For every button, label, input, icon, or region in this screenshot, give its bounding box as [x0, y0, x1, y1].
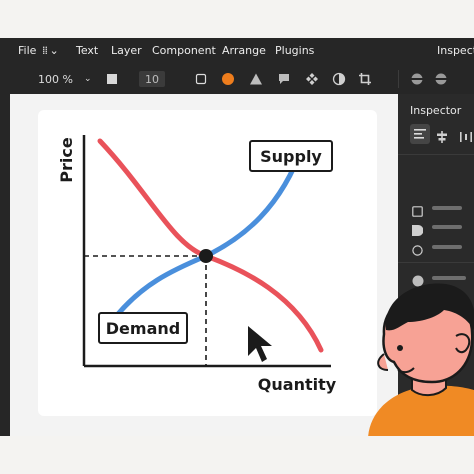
- color-swatch[interactable]: [221, 71, 235, 87]
- crop-icon[interactable]: [358, 71, 372, 87]
- menu-text[interactable]: Text: [76, 44, 98, 57]
- demand-label[interactable]: Demand: [98, 312, 188, 344]
- fill-square-icon[interactable]: [106, 71, 118, 87]
- distribute-toggle-icon[interactable]: [434, 71, 448, 87]
- menu-layer[interactable]: Layer: [111, 44, 142, 57]
- shape-property-icon[interactable]: [412, 221, 424, 240]
- menu-plugins[interactable]: Plugins: [275, 44, 314, 57]
- menu-inspect[interactable]: Inspect: [437, 44, 474, 57]
- canvas[interactable]: Price Quantity Supply Demand: [10, 94, 398, 436]
- toolbar: 100 % ⌄ 10: [0, 64, 474, 94]
- chart-card[interactable]: Price Quantity Supply Demand: [38, 110, 377, 416]
- component-icon[interactable]: [305, 71, 319, 87]
- inspector-title: Inspector: [410, 104, 462, 117]
- menu-bar: File ⁞⁞ ⌄ Text Layer Component Arrange P…: [0, 38, 474, 64]
- property-bar: [432, 225, 462, 229]
- contrast-icon[interactable]: [332, 71, 346, 87]
- equilibrium-point: [199, 249, 213, 263]
- app-window: File ⁞⁞ ⌄ Text Layer Component Arrange P…: [0, 38, 474, 436]
- x-axis-label: Quantity: [258, 375, 337, 394]
- menu-arrange[interactable]: Arrange: [222, 44, 266, 57]
- rectangle-tool-icon[interactable]: [195, 71, 207, 87]
- triangle-tool-icon[interactable]: [249, 71, 263, 87]
- toolbar-divider: [398, 70, 399, 88]
- comment-icon[interactable]: [277, 71, 291, 87]
- supply-label[interactable]: Supply: [249, 140, 333, 172]
- inspector-divider: [398, 262, 474, 263]
- align-toggle-icon[interactable]: [410, 71, 424, 87]
- align-center-icon[interactable]: [436, 128, 448, 147]
- grid-menu-icon[interactable]: ⁞⁞ ⌄: [42, 44, 59, 57]
- zoom-dropdown-icon[interactable]: ⌄: [84, 71, 92, 87]
- property-bar: [432, 206, 462, 210]
- y-axis-label: Price: [57, 137, 76, 183]
- user-avatar-illustration: [368, 283, 474, 436]
- align-left-button[interactable]: [410, 124, 430, 144]
- align-left-icon: [414, 129, 426, 139]
- menu-component[interactable]: Component: [152, 44, 216, 57]
- cursor-arrow-icon: [248, 326, 272, 362]
- distribute-icon[interactable]: [460, 128, 472, 147]
- inspector-divider: [398, 154, 474, 155]
- zoom-level[interactable]: 100 %: [38, 71, 73, 87]
- menu-file[interactable]: File: [18, 44, 36, 57]
- property-bar: [432, 245, 462, 249]
- circle-property-icon[interactable]: [412, 241, 423, 260]
- stroke-width-input[interactable]: 10: [139, 71, 165, 87]
- rectangle-property-icon[interactable]: [412, 202, 423, 221]
